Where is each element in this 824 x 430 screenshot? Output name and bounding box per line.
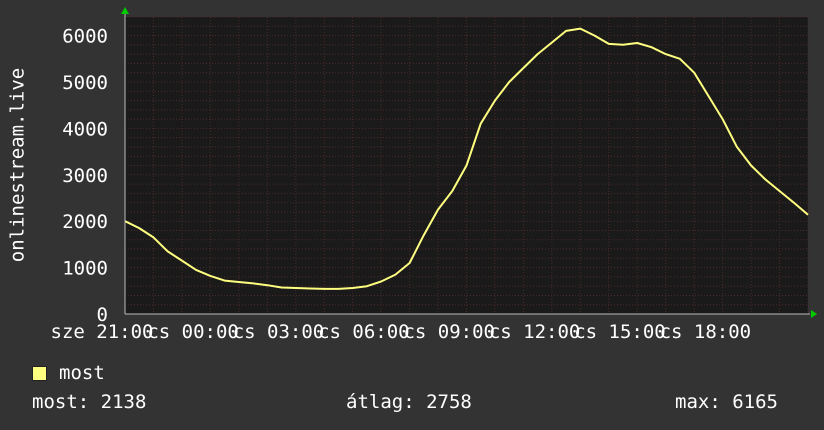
- legend-label: most: [59, 362, 105, 384]
- y-axis-label: onlinestream.live: [7, 68, 29, 262]
- x-tick-label: cs 09:00: [403, 321, 495, 343]
- legend-swatch: [32, 365, 47, 381]
- y-tick-label: 1000: [62, 258, 108, 280]
- x-tick-label: cs 12:00: [489, 321, 581, 343]
- x-tick-label: cs 18:00: [660, 321, 752, 343]
- x-axis-arrow: [811, 310, 817, 318]
- x-axis-ticks: sze 21:00cs 00:00cs 03:00cs 06:00cs 09:0…: [51, 321, 752, 343]
- stat-max: max: 6165: [675, 391, 778, 413]
- x-tick-label: cs 00:00: [147, 321, 239, 343]
- x-tick-label: cs 03:00: [233, 321, 325, 343]
- x-tick-label: cs 06:00: [318, 321, 410, 343]
- x-tick-label: cs 15:00: [574, 321, 666, 343]
- y-tick-label: 3000: [62, 165, 108, 187]
- y-tick-label: 5000: [62, 72, 108, 94]
- chart: 0100020003000400050006000 sze 21:00cs 00…: [7, 7, 817, 343]
- y-axis-arrow: [121, 7, 129, 14]
- stat-current: most: 2138: [32, 391, 147, 413]
- y-tick-label: 6000: [62, 26, 108, 48]
- x-tick-label: sze 21:00: [51, 321, 154, 343]
- legend: most: [32, 362, 105, 384]
- y-axis-ticks: 0100020003000400050006000: [62, 26, 108, 326]
- stat-average: átlag: 2758: [346, 391, 472, 413]
- y-tick-label: 4000: [62, 118, 108, 140]
- y-tick-label: 2000: [62, 211, 108, 233]
